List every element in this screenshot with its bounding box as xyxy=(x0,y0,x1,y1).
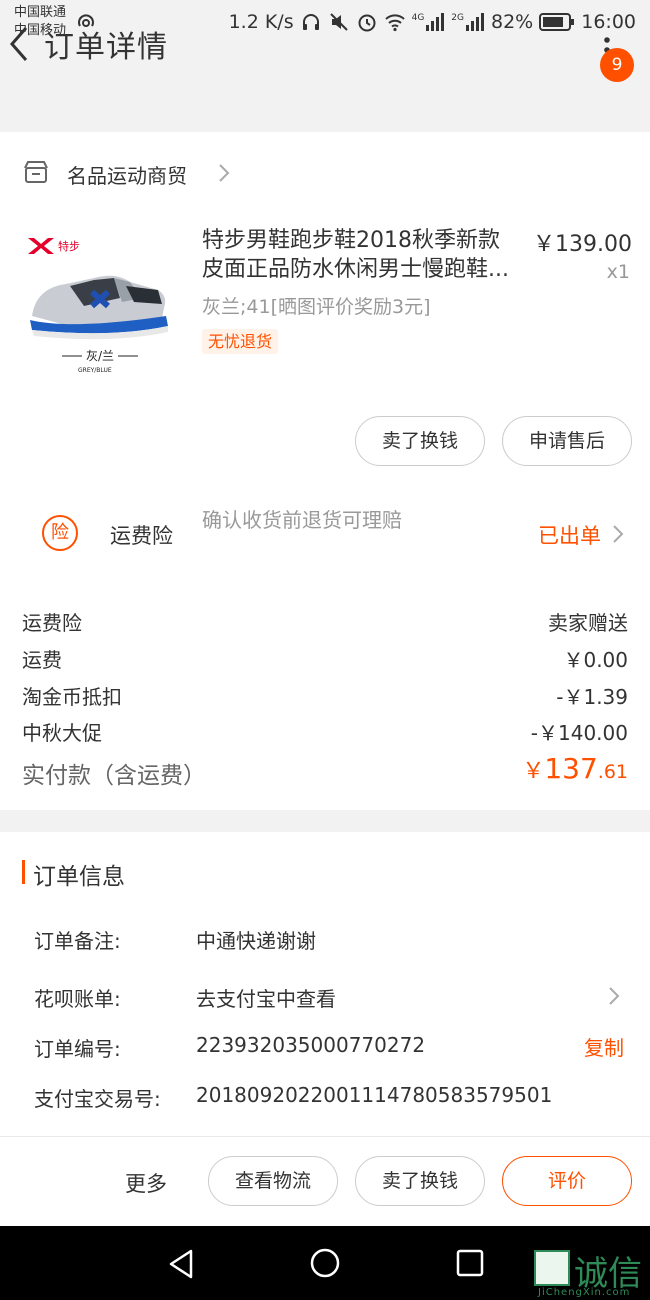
total-currency: ￥ xyxy=(522,759,545,784)
signal-bars-icon-2 xyxy=(466,13,484,31)
product-title-line1: 特步男鞋跑步鞋2018秋季新款 xyxy=(202,228,500,253)
signal-bars-icon xyxy=(426,13,445,31)
notification-badge: 9 xyxy=(600,48,634,82)
image-caption-en: GREY/BLUE xyxy=(78,367,112,374)
battery-icon xyxy=(539,13,575,31)
back-button[interactable] xyxy=(2,20,42,68)
insurance-label: 运费险 xyxy=(110,524,173,548)
fee-label-insurance: 运费险 xyxy=(22,611,82,635)
fee-value-shipping: ￥0.00 xyxy=(563,648,628,672)
system-recent-icon[interactable] xyxy=(455,1248,485,1278)
alipay-no-label: 支付宝交易号: xyxy=(34,1087,161,1111)
huabei-label: 花呗账单: xyxy=(34,987,121,1011)
shop-name[interactable]: 名品运动商贸 xyxy=(67,160,187,189)
brand-logo-text: 特步 xyxy=(58,239,80,253)
section-accent-bar xyxy=(22,860,25,884)
mute-icon xyxy=(328,11,350,33)
wifi-icon xyxy=(384,11,406,33)
page-title: 订单详情 xyxy=(44,30,168,65)
fee-value-coins: -￥1.39 xyxy=(556,685,628,709)
shop-icon xyxy=(22,158,50,186)
total-decimal: .61 xyxy=(597,761,628,783)
insurance-desc: 确认收货前退货可理赔 xyxy=(202,508,402,532)
chevron-right-icon[interactable] xyxy=(215,161,233,185)
huabei-value[interactable]: 去支付宝中查看 xyxy=(196,983,336,1012)
apply-aftersale-button[interactable]: 申请售后 xyxy=(502,416,632,466)
watermark-logo-icon xyxy=(534,1250,570,1286)
return-tag: 无忧退货 xyxy=(202,329,279,354)
fee-value-insurance: 卖家赠送 xyxy=(548,611,628,635)
copy-button[interactable]: 复制 xyxy=(584,1032,624,1061)
insurance-status[interactable]: 已出单 xyxy=(538,520,601,550)
back-arrow-icon xyxy=(10,27,28,61)
insurance-icon: 险 xyxy=(42,515,78,551)
more-actions-button[interactable]: 更多 xyxy=(125,1168,167,1198)
order-info-title: 订单信息 xyxy=(33,864,125,890)
alarm-icon xyxy=(356,11,378,33)
total-amount: ￥137.61 xyxy=(522,752,628,785)
product-spec: 灰兰;41[晒图评价奖励3元] xyxy=(202,296,431,318)
battery-percent: 82% xyxy=(491,11,534,33)
system-home-icon[interactable] xyxy=(309,1247,341,1279)
product-image[interactable]: 特步 灰/兰 GREY/BLUE xyxy=(22,226,172,378)
alipay-no-value: 2018092022001114780583579501 xyxy=(196,1083,553,1107)
watermark-subtext: JiChengXin.com xyxy=(538,1287,631,1298)
total-label: 实付款（含运费） xyxy=(22,763,206,789)
signal-4g: 4G xyxy=(412,13,446,31)
product-price: ￥139.00 xyxy=(533,232,632,257)
product-title-line2: 皮面正品防水休闲男士慢跑鞋... xyxy=(202,257,509,282)
note-label: 订单备注: xyxy=(34,929,121,953)
sell-exchange-button[interactable]: 卖了换钱 xyxy=(355,416,485,466)
product-title[interactable]: 特步男鞋跑步鞋2018秋季新款 皮面正品防水休闲男士慢跑鞋... xyxy=(202,226,527,284)
headphones-icon xyxy=(300,11,322,33)
note-value: 中通快递谢谢 xyxy=(196,929,316,953)
order-no-value: 223932035000770272 xyxy=(196,1033,426,1057)
net-2g-label: 2G xyxy=(451,13,464,23)
system-back-icon[interactable] xyxy=(166,1248,196,1280)
order-no-label: 订单编号: xyxy=(34,1037,121,1061)
chevron-right-icon[interactable] xyxy=(606,984,622,1008)
signal-2g: 2G xyxy=(451,13,485,31)
fee-label-promo: 中秋大促 xyxy=(22,721,102,745)
fee-value-promo: -￥140.00 xyxy=(530,721,628,745)
network-speed: 1.2 K/s xyxy=(228,11,294,33)
total-integer: 137 xyxy=(544,752,598,785)
fee-label-coins: 淘金币抵扣 xyxy=(22,685,122,709)
image-caption: 灰/兰 xyxy=(86,349,114,363)
status-icons: 1.2 K/s 4G 2G 82% 16:00 xyxy=(229,8,636,36)
fee-label-shipping: 运费 xyxy=(22,648,62,672)
chevron-right-icon[interactable] xyxy=(610,522,626,546)
review-button[interactable]: 评价 xyxy=(502,1156,632,1206)
product-quantity: x1 xyxy=(606,261,630,283)
net-4g-label: 4G xyxy=(411,13,425,23)
view-logistics-button[interactable]: 查看物流 xyxy=(208,1156,338,1206)
sell-exchange-button-bottom[interactable]: 卖了换钱 xyxy=(355,1156,485,1206)
